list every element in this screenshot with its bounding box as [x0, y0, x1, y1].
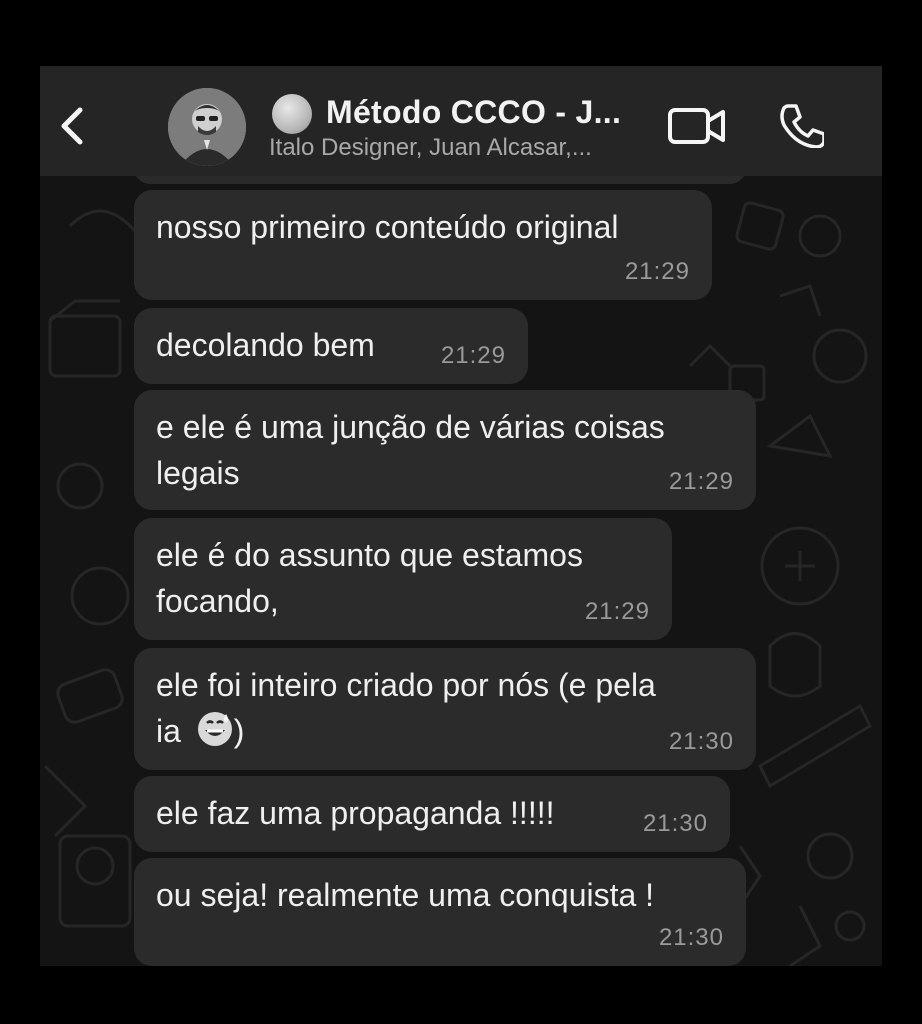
message-line: focando, — [156, 583, 279, 619]
message-time: 21:30 — [658, 924, 724, 951]
message-bubble[interactable]: e ele é uma junção de várias coisas lega… — [134, 390, 756, 510]
message-text: decolando bem — [156, 322, 375, 368]
message-line: ele faz uma propaganda !!!!! — [156, 795, 555, 831]
message-line: legais — [156, 455, 240, 491]
message-bubble[interactable]: ele foi inteiro criado por nós (e pela i… — [134, 648, 756, 770]
message-bubble[interactable]: nosso primeiro conteúdo original 21:29 — [134, 190, 712, 300]
message-text: e ele é uma junção de várias coisas lega… — [156, 404, 665, 496]
grinning-sweat-emoji-icon — [197, 712, 232, 746]
message-bubble[interactable]: ou seja! realmente uma conquista ! 21:30 — [134, 858, 746, 966]
avatar-photo — [168, 88, 246, 166]
message-time: 21:29 — [440, 342, 506, 369]
message-time: 21:29 — [668, 468, 734, 495]
message-line: ia — [156, 713, 190, 749]
video-camera-icon[interactable] — [668, 106, 726, 146]
message-time: 21:29 — [624, 258, 690, 285]
chat-screen: Método CCCO - J... Italo Designer, Juan … — [40, 66, 882, 966]
message-bubble[interactable]: decolando bem 21:29 — [134, 308, 528, 384]
message-line: nosso primeiro conteúdo original — [156, 209, 619, 245]
phone-icon[interactable] — [778, 102, 824, 148]
message-text: ele é do assunto que estamos focando, — [156, 532, 583, 624]
message-time: 21:29 — [584, 598, 650, 625]
message-text: ou seja! realmente uma conquista ! — [156, 872, 654, 918]
message-line: e ele é uma junção de várias coisas — [156, 409, 665, 445]
message-text: ele foi inteiro criado por nós (e pela i… — [156, 662, 656, 754]
message-bubble[interactable]: ele faz uma propaganda !!!!! 21:30 — [134, 776, 730, 852]
message-line: ou seja! realmente uma conquista ! — [156, 877, 655, 913]
chat-header: Método CCCO - J... Italo Designer, Juan … — [40, 66, 882, 176]
chevron-left-icon[interactable] — [54, 104, 90, 148]
chat-title[interactable]: Método CCCO - J... — [326, 94, 621, 131]
message-line: ele é do assunto que estamos — [156, 537, 583, 573]
group-status-icon — [272, 94, 312, 134]
message-line: ele foi inteiro criado por nós (e pela — [156, 667, 656, 703]
message-bubble[interactable]: ele é do assunto que estamos focando, 21… — [134, 518, 672, 640]
avatar[interactable] — [168, 88, 246, 166]
message-text: nosso primeiro conteúdo original — [156, 204, 618, 250]
message-line: ) — [233, 713, 245, 749]
message-time: 21:30 — [668, 728, 734, 755]
message-text: ele faz uma propaganda !!!!! — [156, 790, 554, 836]
message-time: 21:30 — [642, 810, 708, 837]
message-line: decolando bem — [156, 327, 375, 363]
chat-participants[interactable]: Italo Designer, Juan Alcasar,... — [269, 134, 592, 162]
